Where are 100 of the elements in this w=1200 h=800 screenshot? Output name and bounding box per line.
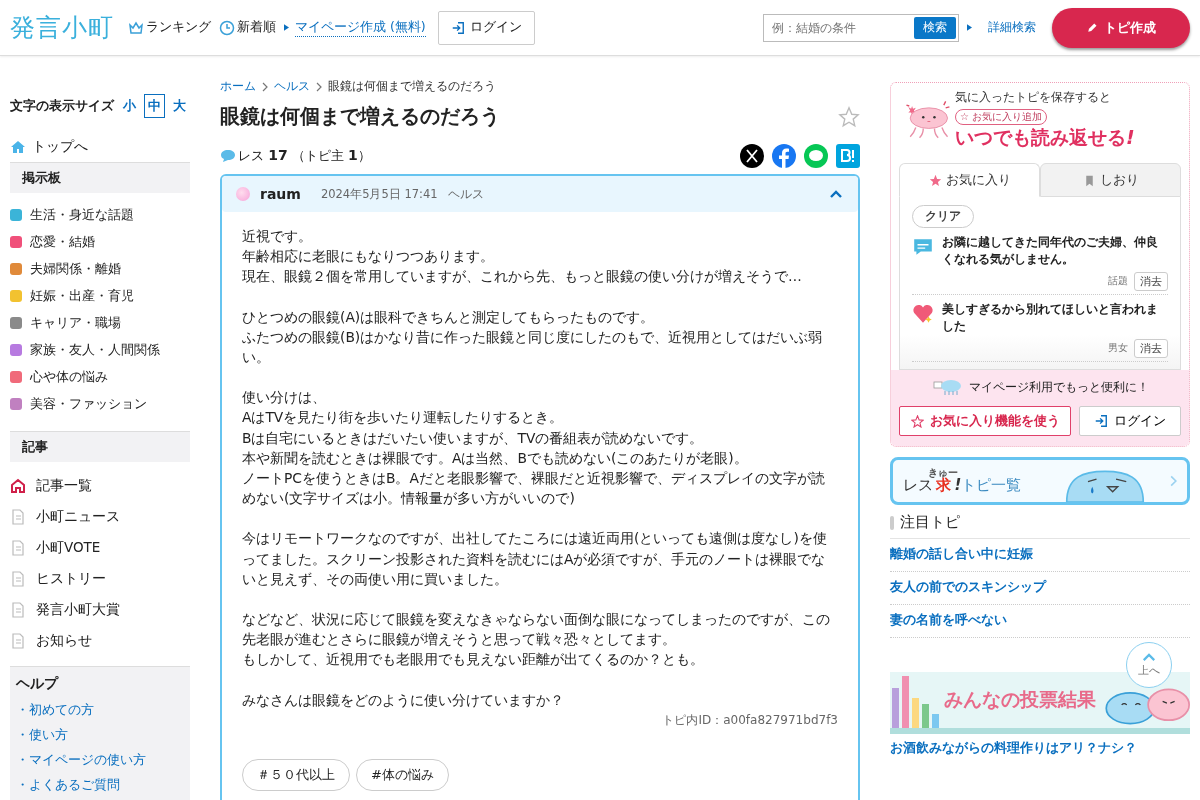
exclamation-icon [890, 515, 894, 530]
favorite-topic-link[interactable]: 美しすぎるから別れてほしいと言われました [942, 301, 1168, 335]
topic-title: 眼鏡は何個まで増えるのだろう [220, 103, 501, 130]
login-icon [450, 20, 465, 35]
featured-topic-link[interactable]: 妻の名前を呼べない [890, 605, 1190, 638]
banner-text: レス 求 きゅー !トピ一覧 [903, 467, 1022, 495]
login-button[interactable]: ログイン [437, 10, 535, 45]
section-heading: 記事 [10, 431, 190, 462]
document-icon [10, 570, 26, 587]
response-count: レス 17 （トピ主 1） [238, 147, 371, 165]
post-paragraph: 近視です。 年齢相応に老眼にもなりつつあります。 現在、眼鏡２個を常用していますが、これから先、もっと眼鏡の使い分けが増えそうで… [242, 227, 803, 287]
author-name: raum [260, 186, 301, 202]
featured-topic-link[interactable]: 友人の前でのスキンシップ [890, 572, 1190, 605]
ranking-link[interactable]: ランキング [128, 19, 211, 36]
topic-id: トピ内ID：a00fa827971bd7f3 [661, 711, 838, 729]
article-link[interactable]: 小町VOTE [10, 532, 190, 563]
pencil-icon [1086, 21, 1098, 34]
mypage-note: マイページ利用でもっと便利に！ [969, 378, 1149, 396]
clear-button[interactable]: クリア [912, 205, 974, 228]
board-link[interactable]: 心や体の悩み [10, 363, 190, 390]
breadcrumb-link[interactable]: ホーム [220, 78, 256, 95]
create-topic-button[interactable]: トピ作成 [1052, 7, 1190, 48]
clock-icon [219, 19, 235, 36]
response-wanted-banner[interactable]: レス 求 きゅー !トピ一覧 [890, 457, 1190, 505]
board-link[interactable]: 生活・身近な話題 [10, 201, 190, 228]
newest-link[interactable]: 新着順 [219, 19, 276, 36]
help-link[interactable]: ・マイページの使い方 [16, 747, 184, 772]
document-icon [10, 632, 26, 649]
article-link[interactable]: ヒストリー [10, 563, 190, 594]
chevron-icon [1170, 475, 1177, 487]
vote-topic-link[interactable]: お酒飲みながらの料理作りはアリ？ナシ？ [890, 740, 1190, 757]
post-date: 2024年5月5日 17:41 [320, 186, 438, 202]
chat-icon [912, 236, 934, 258]
search-button[interactable]: 検索 [914, 16, 956, 39]
help-link[interactable]: ・よくあるご質問 [16, 772, 184, 797]
advanced-search-link[interactable]: 詳細検索 [988, 19, 1036, 36]
star-icon [910, 414, 924, 428]
text-size-option[interactable]: 大 [169, 94, 190, 118]
bookmark-share-icon[interactable] [836, 144, 860, 168]
text-size-option[interactable]: 中 [144, 94, 165, 118]
heart-icon [912, 303, 934, 325]
chevron-icon [316, 81, 322, 92]
avatar-dot-icon [236, 187, 250, 201]
text-size-option[interactable]: 小 [119, 94, 140, 118]
back-to-top-button[interactable]: 上へ [1126, 642, 1172, 688]
board-link[interactable]: 妊娠・出産・育児 [10, 282, 190, 309]
article-link[interactable]: 小町ニュース [10, 501, 190, 532]
board-link[interactable]: 恋愛・結婚 [10, 228, 190, 255]
panel-tab[interactable]: お気に入り [899, 163, 1040, 197]
login-button[interactable]: ログイン [1079, 406, 1181, 436]
triangle-icon [284, 24, 289, 31]
post-paragraph: ひとつめの眼鏡(A)は眼科できちんと測定してもらったものです。 ふたつめの眼鏡(B)はかなり昔に作った眼鏡と同じ度にしたのもで、近視用としてはだいぶ弱い。 [242, 307, 824, 367]
board-link[interactable]: 美容・ファッション [10, 390, 190, 417]
breadcrumb-link[interactable]: ヘルス [274, 78, 310, 95]
help-link[interactable]: ・初めての方 [16, 697, 184, 722]
text-size-label: 文字の表示サイズ [10, 97, 114, 115]
help-heading: ヘルプ [16, 675, 60, 693]
login-icon [1094, 414, 1108, 428]
post-category: ヘルス [447, 186, 484, 202]
document-icon [10, 601, 26, 618]
remove-button[interactable]: 消去 [1134, 339, 1168, 358]
facebook-share-icon[interactable] [772, 144, 796, 168]
banner-text: みんなの投票結果 [944, 687, 1096, 712]
section-heading: 掲示板 [10, 162, 190, 193]
favorite-topic-link[interactable]: お隣に越してきた同年代のご夫婦、仲良くなれる気がしません。 [942, 234, 1168, 268]
crown-icon [128, 19, 144, 36]
favorite-category: 男女 [1108, 342, 1128, 355]
article-link[interactable]: 発言小町大賞 [10, 594, 190, 625]
favorite-category: 話題 [1108, 275, 1128, 288]
chevron-icon [262, 81, 268, 92]
top-link[interactable]: トップへ [10, 138, 190, 156]
house-icon [10, 477, 26, 494]
post-paragraph: などなど、状況に応じて眼鏡を変えなきゃならない面倒な眼になってしまったのですが、この先老眼が進むとさらに眼鏡が増えそうと思って戦々恐々としてます。 もしかして、近視用でも老眼用でも見えない距離が出てくるのか？とも。 [242, 610, 831, 670]
promo-lead-text: 気に入ったトピを保存すると [955, 89, 1111, 106]
breadcrumb-current: 眼鏡は何個まで増えるのだろう [328, 78, 496, 95]
caret-icon [1142, 652, 1156, 662]
star-icon[interactable] [838, 105, 860, 128]
house-icon [10, 139, 26, 155]
article-link[interactable]: 記事一覧 [10, 470, 190, 501]
post-paragraph: 今はリモートワークなのですが、出社してたころには遠近両用(といっても遠側は度なし)を使ってました。スクリーン投影された資料を読むにはAが必須ですが、手元のノートは裸眼でないと見えず、その両使い用に買いました。 [242, 529, 828, 589]
article-link[interactable]: お知らせ [10, 625, 190, 656]
promo-headline: いつでも読み返せる! [955, 125, 1136, 150]
star-icon [928, 173, 942, 187]
post-paragraph: みなさんは眼鏡をどのように使い分けていますか？ [242, 690, 565, 710]
panel-tab[interactable]: しおり [1040, 163, 1181, 197]
post-paragraph: 使い分けは、 AはTVを見たり街を歩いたり運転したりするとき。 Bは自宅にいるときはだいたい使いますが、TVの番組表が読めないです。 本や新聞を読むときは裸眼です。Aは当然、Bでも読めない(このあたりが老眼)。 ノートPCを使うときはB。Aだと老眼影響で、裸眼だと近視影響で、ディスプレイの文字が読めない(文字サイズは小。情報量が多い方がいいので) [242, 388, 826, 509]
triangle-icon [967, 24, 972, 31]
document-icon [10, 508, 26, 525]
featured-topic-link[interactable]: 離婚の話し合い中に妊娠 [890, 539, 1190, 572]
featured-heading: 注目トピ [900, 513, 960, 532]
mypage-link[interactable]: マイページ作成 (無料) [295, 18, 426, 37]
help-link[interactable]: ・使い方 [16, 722, 184, 747]
board-link[interactable]: 夫婦関係・離婚 [10, 255, 190, 282]
x-share-icon[interactable] [740, 144, 764, 168]
search-field[interactable]: 例：結婚の条件 検索 [763, 13, 959, 42]
use-favorites-button[interactable]: お気に入り機能を使う [899, 406, 1071, 436]
speech-bubble-icon [220, 149, 236, 163]
board-link[interactable]: 家族・友人・人間関係 [10, 336, 190, 363]
board-link[interactable]: キャリア・職場 [10, 309, 190, 336]
remove-button[interactable]: 消去 [1134, 272, 1168, 291]
